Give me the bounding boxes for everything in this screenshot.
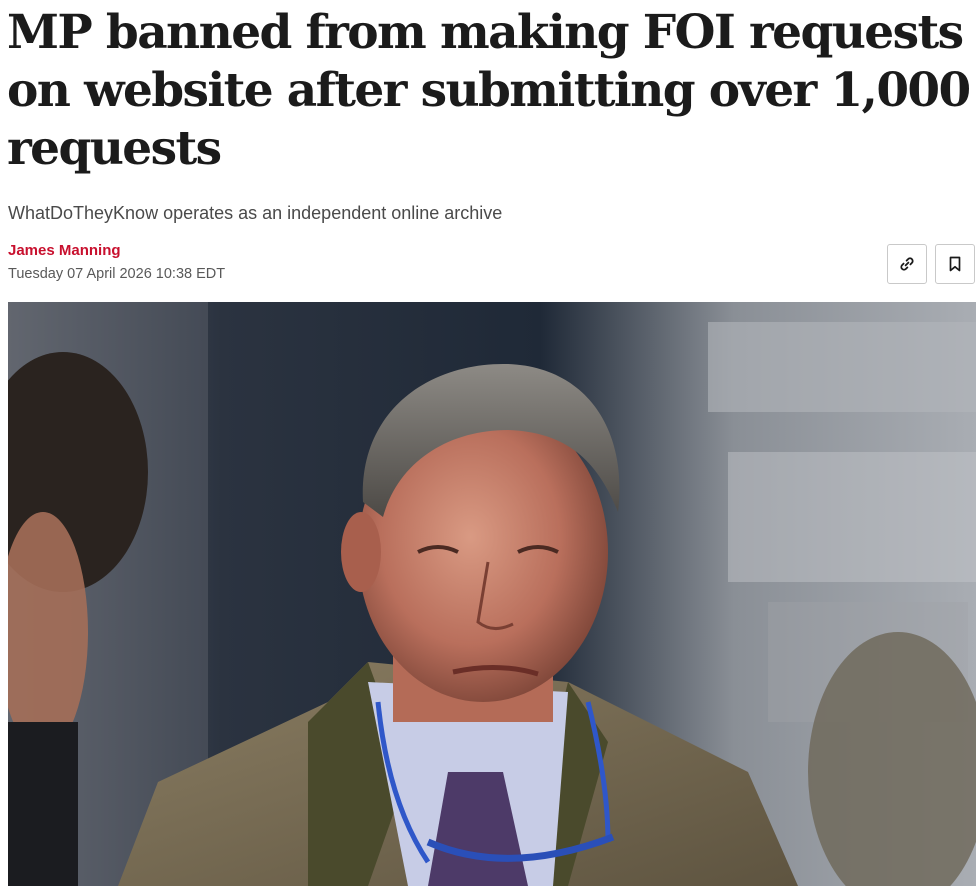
bookmark-button[interactable]: [935, 244, 975, 284]
copy-link-button[interactable]: [887, 244, 927, 284]
publish-date: Tuesday 07 April 2026 10:38 EDT: [8, 266, 226, 282]
author-link[interactable]: James Manning: [8, 241, 121, 261]
hero-photo: [8, 302, 976, 886]
article-standfirst: WhatDoTheyKnow operates as an independen…: [8, 203, 503, 223]
article-headline: MP banned from making FOI requests on we…: [7, 5, 971, 176]
link-icon: [899, 256, 915, 272]
bookmark-icon: [948, 256, 962, 272]
